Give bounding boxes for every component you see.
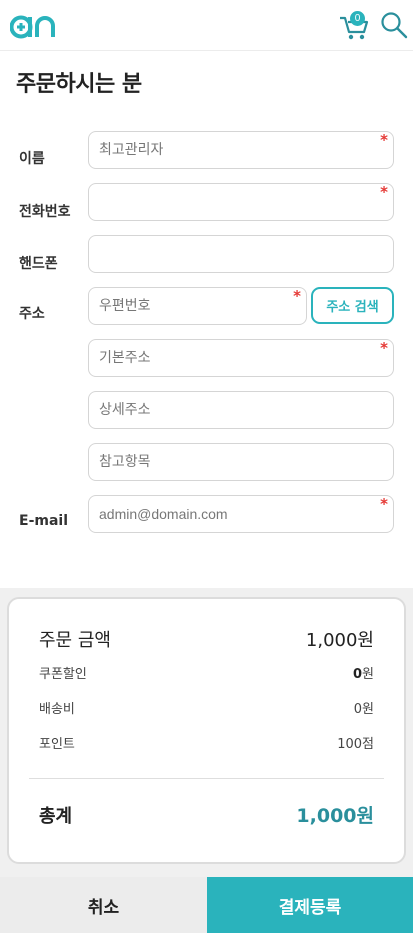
phone-input[interactable] [89,184,393,220]
cancel-button[interactable]: 취소 [0,877,207,933]
shipping-label: 배송비 [39,702,75,717]
required-mark: * [380,131,388,149]
order-amount-value: 1,000원 [305,630,374,651]
email-input[interactable] [89,496,393,532]
detail-address-field-wrap [88,391,394,429]
order-amount-row: 주문 금액 1,000원 [39,626,374,652]
mobile-field-wrap [88,235,394,273]
cart-count-badge: 0 [350,11,365,26]
required-mark: * [293,287,301,305]
extra-address-field-wrap [88,443,394,481]
page-title: 주문하시는 분 [16,72,142,97]
name-label: 이름 [19,151,45,167]
shipping-row: 배송비 0원 [39,698,374,717]
coupon-value-unit: 원 [362,667,374,682]
app-header: 0 [0,0,413,51]
coupon-value: 0원 [353,663,374,682]
mobile-label: 핸드폰 [19,256,58,272]
total-label: 총계 [39,805,73,827]
total-row: 총계 1,000원 [39,801,374,828]
phone-label: 전화번호 [19,204,71,220]
address-search-button[interactable]: 주소 검색 [311,287,394,324]
phone-field-wrap: * [88,183,394,221]
detail-address-input[interactable] [89,392,393,428]
email-field-wrap: * [88,495,394,533]
required-mark: * [380,495,388,513]
points-row: 포인트 100점 [39,733,374,752]
summary-divider [29,778,384,779]
coupon-label: 쿠폰할인 [39,667,87,682]
postcode-input[interactable] [89,288,306,324]
shipping-value: 0원 [353,702,374,717]
points-value: 100점 [337,737,374,752]
order-amount-label: 주문 금액 [39,630,111,651]
payment-submit-button[interactable]: 결제등록 [207,877,413,933]
address-label: 주소 [19,306,45,322]
postcode-field-wrap: * [88,287,307,325]
search-icon[interactable] [380,11,408,39]
mobile-input[interactable] [89,236,393,272]
points-label: 포인트 [39,737,75,752]
total-value: 1,000원 [296,805,374,827]
required-mark: * [380,339,388,357]
an-logo[interactable] [10,8,56,42]
name-input[interactable] [89,132,393,168]
extra-address-input[interactable] [89,444,393,480]
required-mark: * [380,183,388,201]
coupon-value-number: 0 [352,667,363,682]
email-label: E-mail [19,513,69,529]
name-field-wrap: * [88,131,394,169]
order-summary-card: 주문 금액 1,000원 쿠폰할인 0원 배송비 0원 포인트 100점 총계 … [7,597,406,864]
basic-address-input[interactable] [89,340,393,376]
basic-address-field-wrap: * [88,339,394,377]
coupon-row: 쿠폰할인 0원 [39,663,374,682]
